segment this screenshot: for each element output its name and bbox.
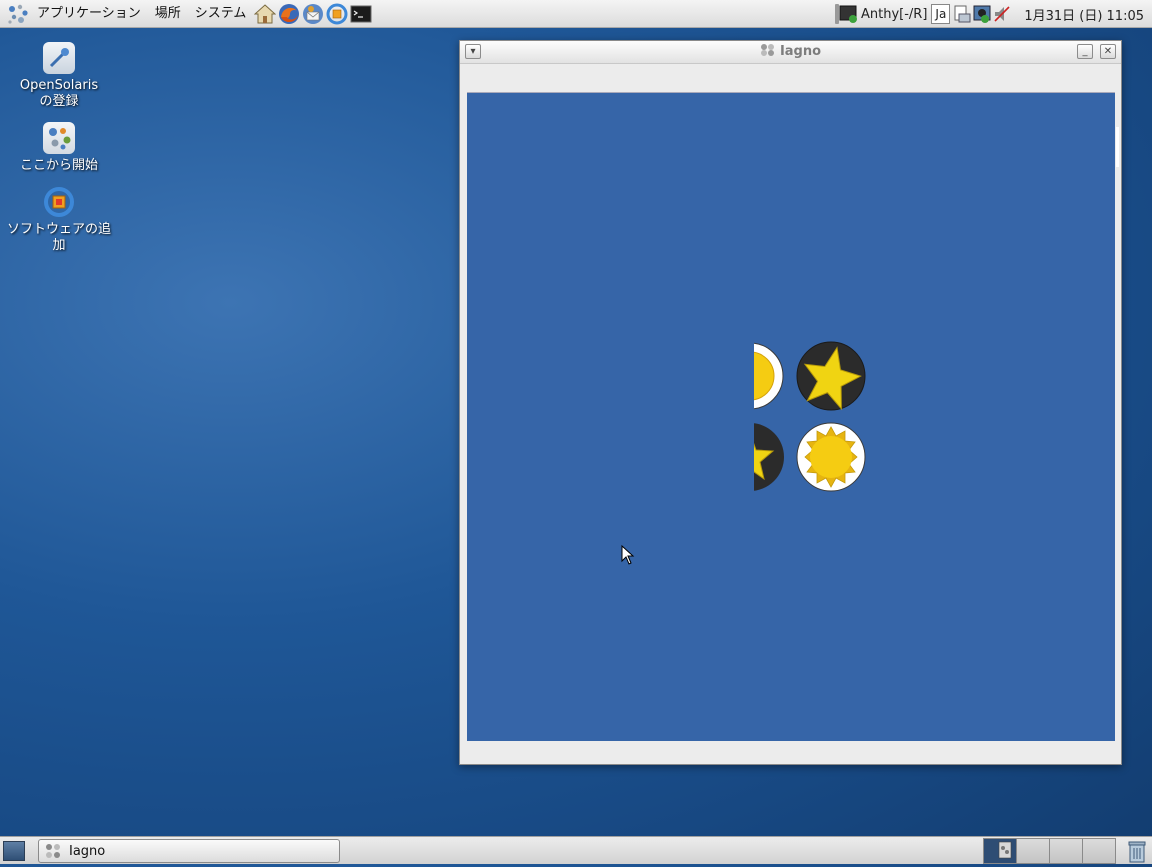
getting-started-icon (43, 122, 75, 154)
bottom-panel: Iagno (0, 836, 1152, 864)
top-panel: アプリケーション 場所 システム Anthy[-/R] Ja 1月31日 (日)… (0, 0, 1152, 28)
iagno-window: ▾ Iagno _ ✕ (459, 40, 1122, 765)
terminal-icon[interactable] (350, 3, 372, 25)
piece-star-partial[interactable] (716, 423, 784, 491)
desktop-icon-label: の登録 (39, 94, 79, 109)
game-board[interactable] (467, 92, 1115, 741)
desktop-icon-getting-started[interactable]: ここから開始 (4, 122, 114, 174)
window-titlebar[interactable]: ▾ Iagno _ ✕ (460, 41, 1121, 64)
piece-star[interactable] (796, 341, 866, 412)
thunderbird-icon[interactable] (302, 3, 324, 25)
workspace-switcher (983, 838, 1116, 864)
desktop-icon-add-software[interactable]: ソフトウェアの追 加 (4, 186, 114, 254)
workspace-window-icon (998, 841, 1012, 859)
trash-icon[interactable] (1126, 839, 1148, 863)
iagno-app-icon (760, 44, 774, 56)
piece-sun[interactable] (796, 422, 866, 492)
window-title-text: Iagno (779, 44, 822, 59)
home-folder-icon[interactable] (254, 3, 277, 25)
desktop-icon-label: OpenSolaris (19, 78, 99, 93)
workspace-4[interactable] (1082, 838, 1116, 864)
window-menubar (460, 64, 1121, 92)
taskbar-button-iagno[interactable]: Iagno (38, 839, 340, 863)
workspace-3[interactable] (1049, 838, 1083, 864)
clock[interactable]: 1月31日 (日) 11:05 (1024, 5, 1144, 24)
desktop-icon-label: ここから開始 (19, 158, 98, 173)
scroll-indicator (1116, 127, 1119, 167)
menu-places[interactable]: 場所 (148, 0, 188, 28)
printer-icon[interactable] (952, 4, 972, 24)
language-indicator[interactable]: Ja (931, 4, 951, 24)
menu-system[interactable]: システム (188, 0, 254, 28)
desktop-icon-opensolaris-registration[interactable]: OpenSolaris の登録 (4, 42, 114, 110)
network-connection-icon[interactable] (972, 4, 992, 24)
status-bar (467, 741, 1115, 761)
minimize-button[interactable]: _ (1077, 44, 1093, 59)
firefox-icon[interactable] (278, 3, 300, 25)
workspace-2[interactable] (1016, 838, 1050, 864)
desktop-icon-label: 加 (52, 238, 66, 253)
add-software-icon (43, 186, 75, 218)
board-pieces (621, 341, 866, 565)
workspace-1[interactable] (983, 838, 1017, 864)
piece-sun-partial[interactable] (717, 342, 784, 410)
input-method-status[interactable]: Anthy[-/R] (861, 7, 927, 22)
taskbar-label: Iagno (69, 843, 106, 859)
show-desktop-icon[interactable] (3, 841, 25, 861)
opensolaris-logo-icon[interactable] (6, 2, 30, 26)
mouse-cursor-icon (621, 544, 635, 565)
menu-applications[interactable]: アプリケーション (30, 0, 148, 28)
iagno-task-icon (46, 844, 60, 858)
update-manager-icon[interactable] (326, 3, 348, 25)
notification-area: Anthy[-/R] Ja 1月31日 (日) 11:05 (834, 0, 1152, 28)
network-monitor-icon[interactable] (839, 4, 859, 24)
registration-icon (43, 42, 75, 74)
desktop-icon-label: ソフトウェアの追 (6, 222, 111, 237)
close-button[interactable]: ✕ (1100, 44, 1116, 59)
volume-muted-icon[interactable] (992, 4, 1012, 24)
window-title: Iagno (460, 41, 1121, 63)
